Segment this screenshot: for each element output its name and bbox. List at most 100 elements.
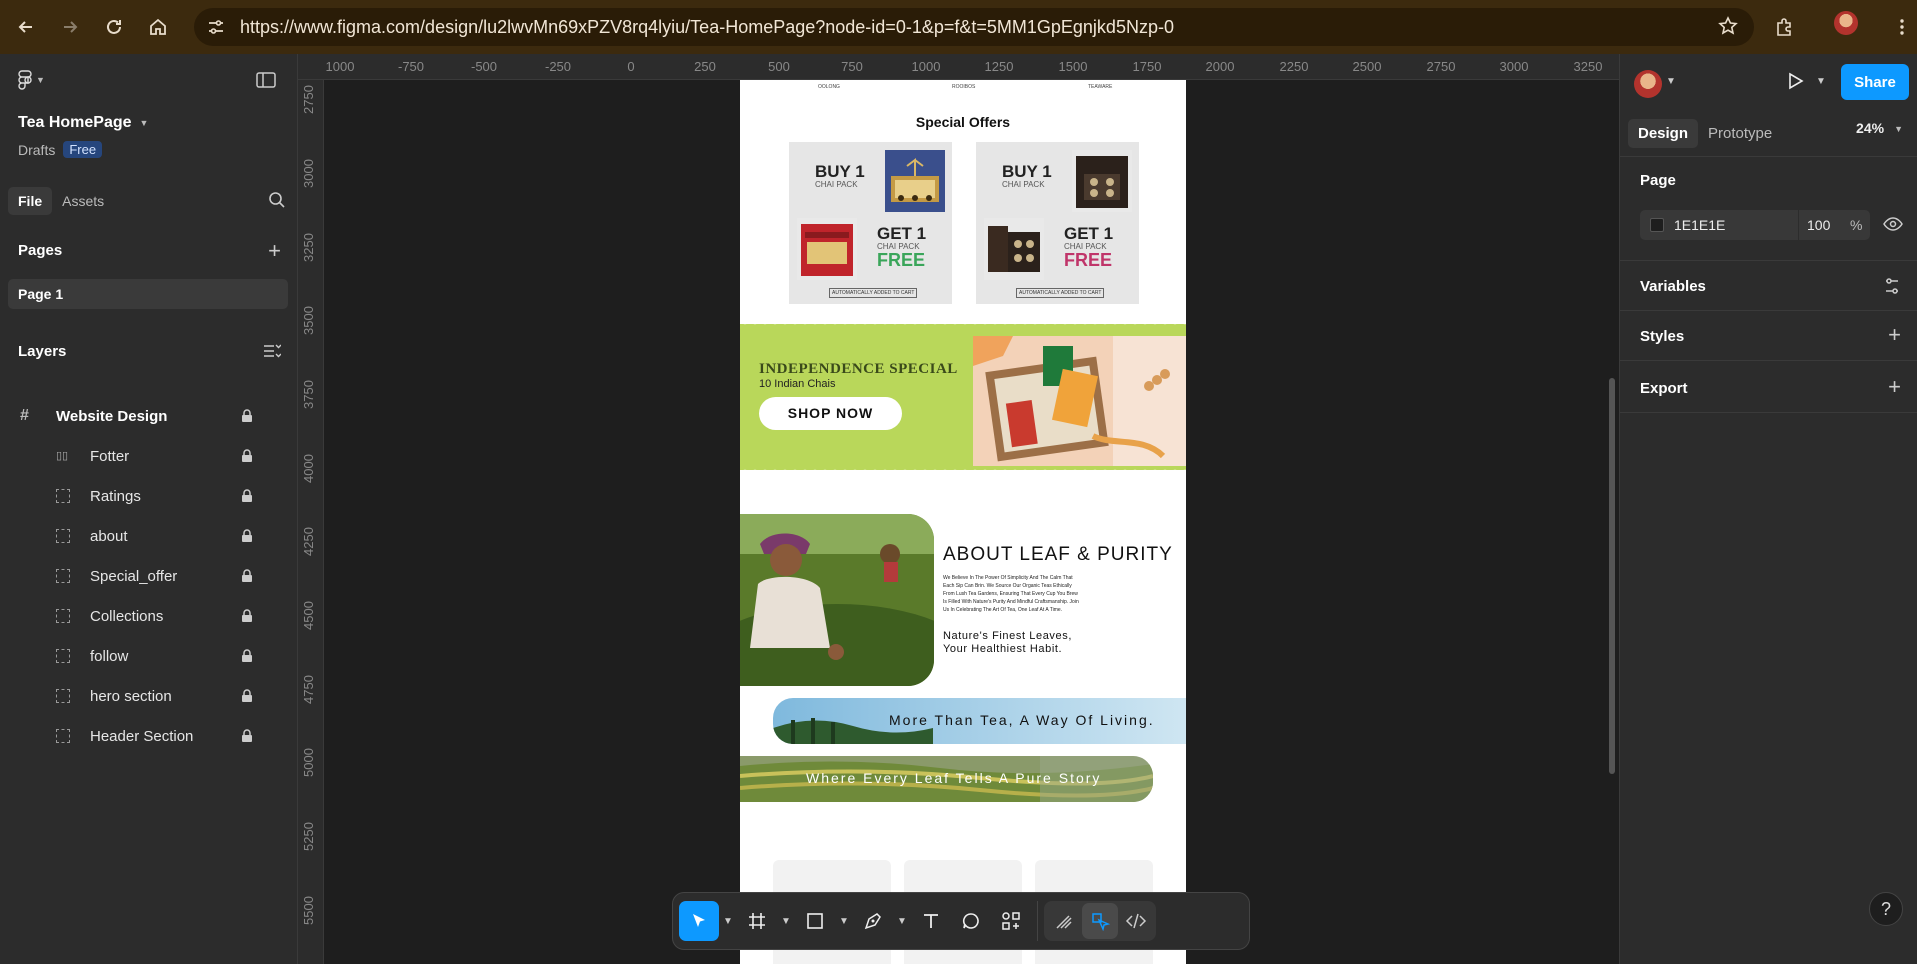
lock-icon[interactable]	[241, 729, 253, 747]
layer-frame-website-design[interactable]: # Website Design	[0, 396, 298, 436]
layer-name: Fotter	[90, 447, 130, 465]
rectangle-tool-icon[interactable]	[795, 901, 835, 941]
pages-header: Pages	[18, 242, 63, 259]
ruler-tick-label: 1500	[1058, 59, 1088, 74]
offer-free-text: FREE	[877, 250, 926, 270]
chevron-down-icon[interactable]: ▼	[835, 916, 853, 927]
frame-icon	[56, 609, 70, 623]
chevron-down-icon[interactable]: ▼	[777, 916, 795, 927]
kebab-menu-icon[interactable]	[1880, 5, 1917, 49]
shop-now-button[interactable]: SHOP NOW	[759, 397, 902, 430]
back-arrow-icon[interactable]	[4, 5, 48, 49]
add-style-icon[interactable]: +	[1888, 324, 1901, 346]
chevron-down-icon[interactable]: ▼	[1666, 76, 1676, 87]
move-tool-icon[interactable]	[679, 901, 719, 941]
frame-icon	[56, 689, 70, 703]
ruler-tick-label: 3500	[301, 306, 316, 335]
present-play-icon[interactable]	[1784, 70, 1806, 97]
opacity-input[interactable]: 100	[1798, 210, 1846, 240]
sidebar-toggle-icon[interactable]	[256, 72, 276, 93]
star-icon[interactable]	[1718, 16, 1738, 41]
layer-item[interactable]: hero section	[0, 676, 298, 716]
plan-badge[interactable]: Free	[63, 141, 103, 158]
home-icon[interactable]	[136, 5, 180, 49]
lock-icon[interactable]	[241, 569, 253, 587]
chevron-down-icon[interactable]: ▼	[1816, 76, 1826, 87]
dark-gift-box-image	[984, 218, 1044, 280]
search-icon[interactable]	[268, 191, 286, 214]
ruler-tick-label: 750	[841, 59, 863, 74]
nav-label-teaware: TEAWARE	[1088, 84, 1113, 90]
lock-icon[interactable]	[241, 689, 253, 707]
draw-mode-icon[interactable]	[1046, 903, 1082, 939]
layer-item[interactable]: about	[0, 516, 298, 556]
tab-file[interactable]: File	[8, 187, 53, 215]
lock-icon[interactable]	[241, 649, 253, 667]
ruler-tick-label: -250	[544, 59, 572, 74]
url-text[interactable]: https://www.figma.com/design/lu2lwvMn69x…	[240, 17, 1680, 38]
ruler-tick-label: 5250	[301, 822, 316, 851]
design-canvas[interactable]: OOLONG ROOIBOS TEAWARE Special Offers BU…	[324, 80, 1619, 964]
color-hex-input[interactable]: 1E1E1E	[1674, 217, 1798, 233]
user-avatar[interactable]	[1634, 70, 1662, 98]
page-background-field[interactable]: 1E1E1E 100 %	[1640, 210, 1870, 240]
eye-icon[interactable]	[1883, 216, 1903, 237]
lock-icon[interactable]	[241, 609, 253, 627]
dev-mode-icon[interactable]	[1118, 903, 1154, 939]
tab-assets[interactable]: Assets	[52, 187, 114, 215]
variables-settings-icon[interactable]	[1883, 277, 1901, 299]
tab-prototype[interactable]: Prototype	[1698, 119, 1782, 148]
file-title-button[interactable]: Tea HomePage ▼	[18, 114, 148, 132]
lock-icon[interactable]	[241, 529, 253, 547]
main-menu-button[interactable]: ▼	[18, 70, 45, 90]
help-button[interactable]: ?	[1869, 892, 1903, 926]
offer-card: BUY 1 CHAI PACK GET 1 CHAI PACK FREE AUT…	[789, 142, 952, 304]
browser-toolbar: https://www.figma.com/design/lu2lwvMn69x…	[0, 0, 1917, 54]
color-swatch[interactable]	[1650, 218, 1664, 232]
add-export-icon[interactable]: +	[1888, 376, 1901, 398]
layer-item[interactable]: Collections	[0, 596, 298, 636]
ruler-tick-label: 2750	[1426, 59, 1456, 74]
frame-tool-icon[interactable]	[737, 901, 777, 941]
zoom-level: 24%	[1856, 120, 1885, 136]
lock-icon[interactable]	[241, 449, 253, 467]
layer-options-icon[interactable]	[263, 343, 282, 364]
canvas-scrollbar[interactable]	[1609, 378, 1615, 774]
lock-icon[interactable]	[241, 489, 253, 507]
layer-item[interactable]: ▯▯ Fotter	[0, 436, 298, 476]
layer-item[interactable]: Ratings	[0, 476, 298, 516]
website-design-frame[interactable]: OOLONG ROOIBOS TEAWARE Special Offers BU…	[740, 80, 1186, 964]
address-bar[interactable]: https://www.figma.com/design/lu2lwvMn69x…	[194, 8, 1754, 46]
ruler-tick-label: 4750	[301, 675, 316, 704]
site-settings-icon[interactable]	[198, 9, 234, 45]
strip-text: Where Every Leaf Tells A Pure Story	[806, 770, 1102, 786]
tea-picker-photo	[740, 514, 934, 686]
share-button[interactable]: Share	[1841, 64, 1909, 100]
frame-icon	[56, 529, 70, 543]
drafts-label[interactable]: Drafts	[18, 142, 55, 158]
pen-tool-icon[interactable]	[853, 901, 893, 941]
forward-arrow-icon[interactable]	[48, 5, 92, 49]
chevron-down-icon[interactable]: ▼	[719, 916, 737, 927]
design-mode-icon[interactable]	[1082, 903, 1118, 939]
tab-design[interactable]: Design	[1628, 118, 1699, 148]
add-page-icon[interactable]: +	[268, 240, 281, 262]
extensions-icon[interactable]	[1762, 5, 1806, 49]
layer-item[interactable]: Header Section	[0, 716, 298, 756]
about-tagline-line-2: Your Healthiest Habit.	[943, 643, 1063, 655]
profile-avatar[interactable]	[1834, 11, 1858, 35]
reload-icon[interactable]	[92, 5, 136, 49]
special-offers-title: Special Offers	[915, 114, 1011, 130]
layer-item[interactable]: Special_offer	[0, 556, 298, 596]
banner-subtitle: 10 Indian Chais	[759, 378, 836, 390]
page-item-1[interactable]: Page 1	[8, 279, 288, 309]
actions-tool-icon[interactable]	[991, 901, 1031, 941]
ruler-tick-label: -750	[397, 59, 425, 74]
chevron-down-icon[interactable]: ▼	[893, 916, 911, 927]
lock-icon[interactable]	[241, 409, 253, 427]
zoom-dropdown[interactable]: 24% ▼	[1856, 120, 1903, 138]
text-tool-icon[interactable]	[911, 901, 951, 941]
comment-tool-icon[interactable]	[951, 901, 991, 941]
frame-icon	[56, 569, 70, 583]
layer-item[interactable]: follow	[0, 636, 298, 676]
